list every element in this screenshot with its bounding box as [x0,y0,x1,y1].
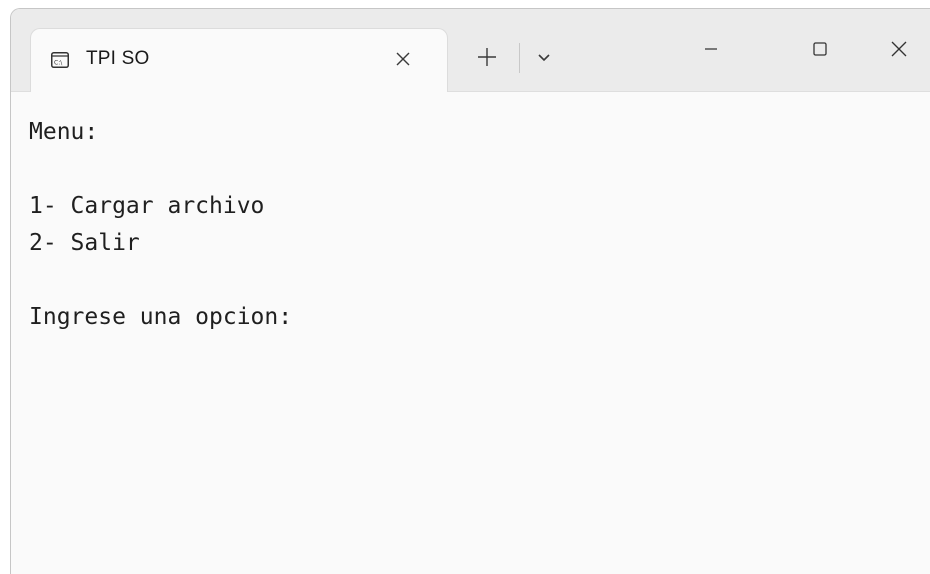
terminal-line: 2- Salir [29,230,140,256]
close-window-button[interactable] [877,31,921,67]
terminal-line: 1- Cargar archivo [29,193,265,219]
terminal-window: C:\ TPI SO Menu: 1- Cargar archivo 2- Sa… [10,8,930,574]
close-icon [396,52,410,66]
title-bar[interactable]: C:\ TPI SO [11,9,930,92]
maximize-icon [813,42,827,56]
terminal-line: Menu: [29,119,99,145]
maximize-button[interactable] [798,31,842,67]
tab-tpi-so[interactable]: C:\ TPI SO [30,28,448,92]
new-tab-button[interactable] [473,43,501,71]
terminal-icon: C:\ [51,52,69,68]
minimize-icon [705,48,717,50]
svg-text:C:\: C:\ [54,60,63,67]
tab-title: TPI SO [86,48,150,69]
tab-close-button[interactable] [391,47,415,71]
tab-separator [519,43,520,73]
close-icon [891,41,907,57]
chevron-down-icon [538,54,550,62]
plus-icon [478,48,496,66]
terminal-output[interactable]: Menu: 1- Cargar archivo 2- Salir Ingrese… [11,92,930,574]
tab-dropdown-button[interactable] [533,47,555,69]
terminal-prompt: Ingrese una opcion: [29,304,293,330]
minimize-button[interactable] [689,31,733,67]
